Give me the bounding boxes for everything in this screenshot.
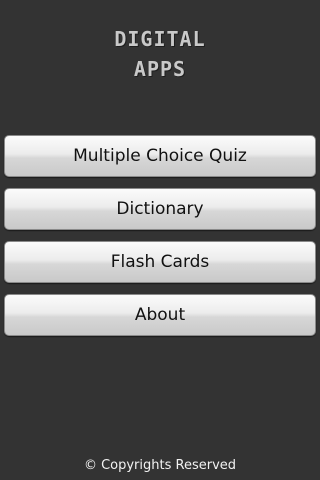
copyright-footer: © Copyrights Reserved	[83, 458, 237, 473]
multiple-choice-quiz-button[interactable]: Multiple Choice Quiz	[4, 135, 316, 177]
app-logo: DIGITAL APPS	[0, 24, 320, 84]
flash-cards-button[interactable]: Flash Cards	[4, 241, 316, 283]
dictionary-button[interactable]: Dictionary	[4, 188, 316, 230]
logo-line-1: DIGITAL	[114, 27, 206, 51]
about-button[interactable]: About	[4, 294, 316, 336]
logo-line-2: APPS	[133, 57, 187, 81]
main-menu: Multiple Choice Quiz Dictionary Flash Ca…	[4, 135, 316, 347]
